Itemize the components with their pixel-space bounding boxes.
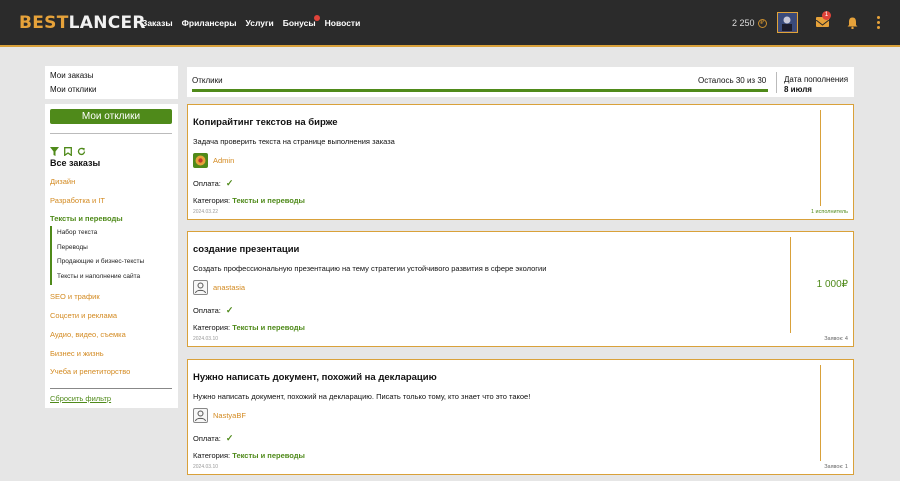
nav-orders[interactable]: Заказы (142, 18, 173, 28)
messages-badge: 1 (822, 11, 831, 20)
category-value[interactable]: Тексты и переводы (232, 451, 305, 460)
logo[interactable]: BESTLANCER (19, 13, 146, 33)
order-author[interactable]: NastyaBF (193, 408, 246, 423)
payment-label: Оплата: (193, 179, 221, 188)
order-description: Задача проверить текста на странице выпо… (193, 137, 395, 146)
order-date: 2024.03.10 (193, 336, 219, 342)
order-category: Категория: Тексты и переводы (193, 323, 305, 332)
order-title[interactable]: Копирайтинг текстов на бирже (193, 117, 338, 128)
category-value[interactable]: Тексты и переводы (232, 323, 305, 332)
divider (50, 133, 172, 134)
responses-progress-bar (192, 89, 768, 92)
subcategory-item[interactable]: Тексты и наполнение сайта (57, 270, 144, 285)
order-payment: Оплата: ✓ (193, 178, 233, 189)
order-author-name[interactable]: Admin (213, 156, 234, 165)
order-author-name[interactable]: NastyaBF (213, 411, 246, 420)
order-date: 2024.03.10 (193, 464, 219, 470)
order-applications: Заявок: 1 (824, 464, 848, 470)
top-navbar: BESTLANCER Заказы Фрилансеры Услуги Бону… (0, 0, 900, 47)
sidebar-top-panel: Мои заказы Мои отклики (45, 66, 178, 99)
check-icon: ✓ (225, 433, 234, 443)
notification-dot (313, 15, 320, 21)
divider (790, 237, 791, 333)
order-card[interactable]: Нужно написать документ, похожий на декл… (187, 359, 854, 475)
category-design[interactable]: Дизайн (50, 177, 75, 186)
order-executors: 1 исполнитель (810, 209, 848, 215)
balance[interactable]: 2 250 ₽ (732, 18, 767, 28)
order-description: Создать профессиональную презентацию на … (193, 264, 547, 273)
order-date: 2024.03.22 (193, 209, 219, 215)
logo-part1: BEST (19, 13, 69, 33)
category-value[interactable]: Тексты и переводы (232, 196, 305, 205)
divider (50, 388, 172, 389)
more-menu-icon[interactable] (876, 16, 880, 29)
nav-news[interactable]: Новости (325, 18, 361, 28)
sidebar-my-responses[interactable]: Мои отклики (45, 83, 178, 97)
check-icon: ✓ (225, 178, 234, 188)
category-label: Категория: (193, 323, 231, 332)
user-avatar-icon (193, 408, 208, 423)
category-business[interactable]: Бизнес и жизнь (50, 349, 104, 358)
subcategory-item[interactable]: Переводы (57, 241, 144, 256)
order-category: Категория: Тексты и переводы (193, 196, 305, 205)
nav-bonuses[interactable]: Бонусы (282, 15, 320, 28)
order-author[interactable]: anastasia (193, 280, 245, 295)
payment-label: Оплата: (193, 306, 221, 315)
divider (820, 365, 821, 461)
responses-label: Отклики (192, 76, 223, 85)
refill-date: 8 июля (784, 85, 812, 94)
user-avatar[interactable] (777, 12, 798, 33)
category-dev-it[interactable]: Разработка и IT (50, 196, 105, 205)
responses-remaining: Осталось 30 из 30 (698, 76, 767, 85)
bell-icon[interactable] (847, 16, 858, 30)
divider (820, 110, 821, 206)
sidebar-my-orders[interactable]: Мои заказы (45, 69, 178, 83)
order-applications: Заявок: 4 (824, 336, 848, 342)
order-card[interactable]: Копирайтинг текстов на бирже Задача пров… (187, 104, 854, 220)
filter-panel: Мои отклики Все заказы Дизайн Разработка… (45, 104, 178, 408)
order-author-name[interactable]: anastasia (213, 283, 245, 292)
order-payment: Оплата: ✓ (193, 433, 233, 444)
category-label: Категория: (193, 196, 231, 205)
order-author[interactable]: Admin (193, 153, 234, 168)
order-card[interactable]: создание презентации Создать профессиона… (187, 231, 854, 347)
order-title[interactable]: Нужно написать документ, похожий на декл… (193, 372, 437, 383)
category-seo[interactable]: SEO и трафик (50, 292, 100, 301)
responses-header: Отклики Осталось 30 из 30 Дата пополнени… (187, 67, 854, 97)
order-description: Нужно написать документ, похожий на декл… (193, 392, 531, 401)
subcategory-item[interactable]: Продающие и бизнес-тексты (57, 255, 144, 270)
reset-filter-link[interactable]: Сбросить фильтр (50, 394, 111, 403)
category-social[interactable]: Соцсети и реклама (50, 311, 117, 320)
order-title[interactable]: создание презентации (193, 244, 299, 255)
nav-bonuses-label: Бонусы (282, 18, 316, 28)
category-label: Категория: (193, 451, 231, 460)
refill-date-block: Дата пополнения 8 июля (784, 75, 848, 95)
check-icon: ✓ (225, 305, 234, 315)
nav-freelancers[interactable]: Фрилансеры (182, 18, 237, 28)
main-nav: Заказы Фрилансеры Услуги Бонусы Новости (142, 15, 361, 28)
nav-services[interactable]: Услуги (245, 18, 273, 28)
coin-icon: ₽ (757, 18, 767, 28)
balance-value: 2 250 (732, 18, 755, 28)
payment-label: Оплата: (193, 434, 221, 443)
subcategory-item[interactable]: Набор текста (57, 226, 144, 241)
order-price: 1 000₽ (816, 279, 848, 290)
order-payment: Оплата: ✓ (193, 305, 233, 316)
refill-label: Дата пополнения (784, 75, 849, 84)
logo-part2: LANCER (68, 13, 146, 33)
subcategory-list: Набор текста Переводы Продающие и бизнес… (50, 226, 144, 285)
category-audio-video[interactable]: Аудио, видео, съемка (50, 330, 126, 339)
order-category: Категория: Тексты и переводы (193, 451, 305, 460)
admin-avatar-icon (193, 153, 208, 168)
category-texts-translations[interactable]: Тексты и переводы (50, 214, 123, 223)
all-orders-heading: Все заказы (50, 158, 101, 168)
divider (776, 72, 777, 93)
user-avatar-icon (193, 280, 208, 295)
my-responses-button[interactable]: Мои отклики (50, 109, 172, 124)
category-education[interactable]: Учеба и репетиторство (50, 367, 130, 376)
